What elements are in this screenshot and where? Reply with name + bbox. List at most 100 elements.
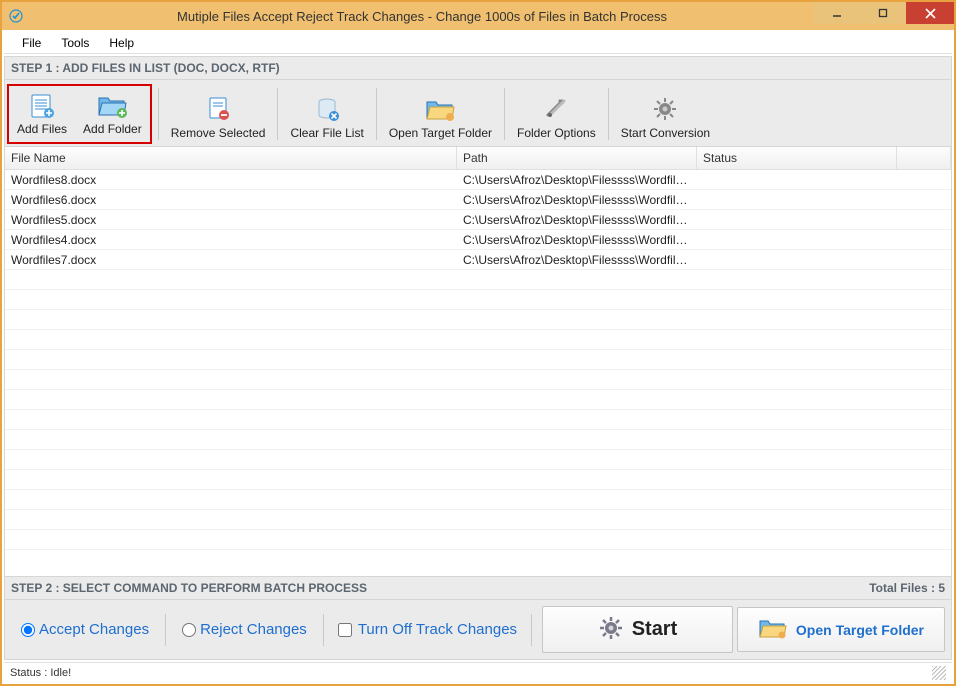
reject-changes-radio[interactable]: Reject Changes: [172, 617, 317, 642]
reject-changes-input[interactable]: [182, 623, 196, 637]
cell-status: [697, 218, 897, 222]
table-row: [5, 390, 951, 410]
turn-off-track-label: Turn Off Track Changes: [358, 621, 517, 638]
column-header-filename[interactable]: File Name: [5, 147, 457, 169]
cell-filename: Wordfiles4.docx: [5, 231, 457, 249]
turn-off-track-checkbox[interactable]: Turn Off Track Changes: [330, 621, 525, 638]
step2-header: STEP 2 : SELECT COMMAND TO PERFORM BATCH…: [11, 581, 869, 595]
cell-status: [697, 178, 897, 182]
table-row: [5, 290, 951, 310]
app-icon: [8, 8, 24, 24]
add-files-label: Add Files: [17, 122, 67, 136]
table-row: [5, 270, 951, 290]
add-folder-label: Add Folder: [83, 122, 142, 136]
window-controls: [814, 2, 954, 30]
menu-help[interactable]: Help: [99, 34, 144, 52]
vertical-separator: [323, 614, 324, 646]
add-files-button[interactable]: Add Files: [9, 86, 75, 142]
cell-filename: Wordfiles7.docx: [5, 251, 457, 269]
cell-status: [697, 198, 897, 202]
start-button-label: Start: [632, 618, 678, 641]
accept-changes-label: Accept Changes: [39, 621, 149, 638]
grid-body[interactable]: Wordfiles8.docxC:\Users\Afroz\Desktop\Fi…: [5, 170, 951, 576]
cell-filename: Wordfiles8.docx: [5, 171, 457, 189]
file-grid: File Name Path Status Wordfiles8.docxC:\…: [4, 147, 952, 577]
open-target-folder-icon: [423, 94, 457, 124]
open-target-folder-big-label: Open Target Folder: [796, 622, 924, 638]
toolbar-separator: [158, 88, 159, 140]
toolbar-separator: [504, 88, 505, 140]
cell-path: C:\Users\Afroz\Desktop\Filessss\Wordfile…: [457, 231, 697, 249]
menu-tools[interactable]: Tools: [51, 34, 99, 52]
clear-file-list-icon: [310, 94, 344, 124]
cell-filename: Wordfiles6.docx: [5, 191, 457, 209]
add-folder-button[interactable]: Add Folder: [75, 86, 150, 142]
maximize-button[interactable]: [860, 2, 906, 24]
accept-changes-input[interactable]: [21, 623, 35, 637]
toolbar: Add Files Add Folder Remove Selected: [4, 80, 952, 147]
add-files-icon: [25, 90, 59, 120]
table-row: [5, 530, 951, 550]
titlebar[interactable]: Mutiple Files Accept Reject Track Change…: [2, 2, 954, 30]
open-target-folder-big-button[interactable]: Open Target Folder: [737, 607, 945, 652]
table-row[interactable]: Wordfiles6.docxC:\Users\Afroz\Desktop\Fi…: [5, 190, 951, 210]
cell-status: [697, 238, 897, 242]
open-folder-icon: [758, 616, 788, 643]
highlighted-group: Add Files Add Folder: [7, 84, 152, 144]
cell-path: C:\Users\Afroz\Desktop\Filessss\Wordfile…: [457, 251, 697, 269]
cell-path: C:\Users\Afroz\Desktop\Filessss\Wordfile…: [457, 171, 697, 189]
toolbar-separator: [376, 88, 377, 140]
bottom-panel: Accept Changes Reject Changes Turn Off T…: [4, 600, 952, 660]
column-header-status[interactable]: Status: [697, 147, 897, 169]
table-row: [5, 370, 951, 390]
remove-selected-icon: [201, 94, 235, 124]
cell-path: C:\Users\Afroz\Desktop\Filessss\Wordfile…: [457, 211, 697, 229]
column-header-path[interactable]: Path: [457, 147, 697, 169]
table-row: [5, 350, 951, 370]
table-row[interactable]: Wordfiles7.docxC:\Users\Afroz\Desktop\Fi…: [5, 250, 951, 270]
grid-header: File Name Path Status: [5, 147, 951, 170]
accept-changes-radio[interactable]: Accept Changes: [11, 617, 159, 642]
cell-status: [697, 258, 897, 262]
table-row: [5, 310, 951, 330]
table-row[interactable]: Wordfiles4.docxC:\Users\Afroz\Desktop\Fi…: [5, 230, 951, 250]
minimize-button[interactable]: [814, 2, 860, 24]
table-row: [5, 510, 951, 530]
reject-changes-label: Reject Changes: [200, 621, 307, 638]
open-target-folder-button[interactable]: Open Target Folder: [381, 82, 500, 146]
statusbar: Status : Idle!: [4, 662, 952, 682]
turn-off-track-input[interactable]: [338, 623, 352, 637]
start-button[interactable]: Start: [542, 606, 733, 653]
menu-file[interactable]: File: [12, 34, 51, 52]
toolbar-separator: [608, 88, 609, 140]
start-conversion-button[interactable]: Start Conversion: [613, 82, 718, 146]
clear-file-list-button[interactable]: Clear File List: [282, 82, 371, 146]
start-conversion-label: Start Conversion: [621, 126, 710, 140]
close-button[interactable]: [906, 2, 954, 24]
remove-selected-button[interactable]: Remove Selected: [163, 82, 274, 146]
window-title: Mutiple Files Accept Reject Track Change…: [30, 9, 814, 24]
table-row: [5, 450, 951, 470]
clear-file-list-label: Clear File List: [290, 126, 363, 140]
total-files-label: Total Files : 5: [869, 581, 945, 595]
vertical-separator: [531, 614, 532, 646]
status-text: Status : Idle!: [10, 667, 71, 679]
table-row: [5, 410, 951, 430]
step1-header: STEP 1 : ADD FILES IN LIST (DOC, DOCX, R…: [4, 56, 952, 80]
table-row: [5, 470, 951, 490]
resize-grip-icon[interactable]: [932, 666, 946, 680]
vertical-separator: [165, 614, 166, 646]
table-row: [5, 430, 951, 450]
menubar: File Tools Help: [4, 32, 952, 54]
folder-options-button[interactable]: Folder Options: [509, 82, 604, 146]
cell-path: C:\Users\Afroz\Desktop\Filessss\Wordfile…: [457, 191, 697, 209]
table-row: [5, 330, 951, 350]
table-row[interactable]: Wordfiles8.docxC:\Users\Afroz\Desktop\Fi…: [5, 170, 951, 190]
folder-options-label: Folder Options: [517, 126, 596, 140]
remove-selected-label: Remove Selected: [171, 126, 266, 140]
toolbar-separator: [277, 88, 278, 140]
table-row: [5, 490, 951, 510]
open-target-folder-label: Open Target Folder: [389, 126, 492, 140]
cell-filename: Wordfiles5.docx: [5, 211, 457, 229]
table-row[interactable]: Wordfiles5.docxC:\Users\Afroz\Desktop\Fi…: [5, 210, 951, 230]
